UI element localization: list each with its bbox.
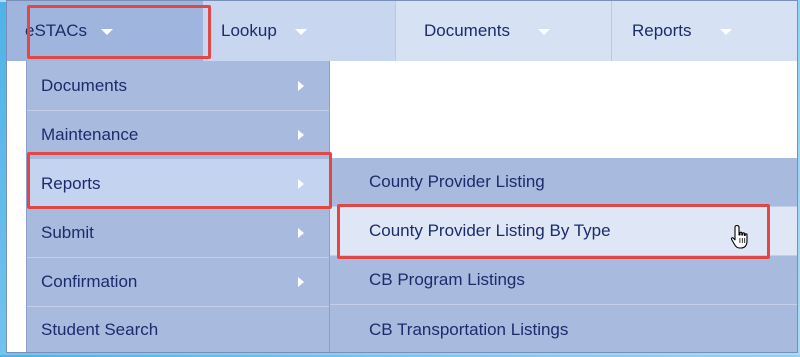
submenu-item-county-provider-listing[interactable]: County Provider Listing (330, 158, 797, 207)
submenu-item-label: County Provider Listing (369, 172, 545, 191)
dropdown-item-submit[interactable]: Submit (27, 208, 329, 258)
dropdown-item-confirmation[interactable]: Confirmation (27, 257, 329, 307)
chevron-right-icon (298, 227, 304, 238)
menu-estacs[interactable]: eSTACs (7, 1, 203, 61)
menu-reports-label: Reports (632, 21, 692, 40)
chevron-right-icon (298, 80, 304, 91)
menu-lookup-label: Lookup (221, 21, 277, 40)
submenu-item-cb-program-listings[interactable]: CB Program Listings (330, 256, 797, 305)
menu-lookup[interactable]: Lookup (203, 1, 395, 61)
menu-documents[interactable]: Documents (395, 1, 611, 61)
submenu-item-county-provider-listing-by-type[interactable]: County Provider Listing By Type (330, 207, 797, 256)
submenu-item-cb-transportation-listings[interactable]: CB Transportation Listings (330, 305, 797, 352)
top-menubar: eSTACs Lookup Documents Reports (7, 1, 797, 61)
dropdown-item-reports[interactable]: Reports (27, 159, 329, 209)
menu-estacs-label: eSTACs (25, 21, 88, 40)
dropdown-item-maintenance[interactable]: Maintenance (27, 110, 329, 160)
dropdown-item-label: Confirmation (41, 271, 138, 291)
dropdown-item-documents[interactable]: Documents (27, 61, 329, 111)
submenu-item-label: CB Transportation Listings (369, 319, 569, 339)
chevron-down-icon (294, 29, 307, 35)
chevron-down-icon (719, 29, 732, 35)
submenu-item-label: CB Program Listings (369, 270, 525, 289)
estacs-dropdown-menu: Documents Maintenance Reports Submit Con… (26, 61, 330, 352)
dropdown-item-student-search[interactable]: Student Search (27, 306, 329, 352)
dropdown-item-label: Reports (41, 173, 101, 193)
app-window: eSTACs Lookup Documents Reports Document… (6, 0, 798, 353)
chevron-down-icon (537, 29, 550, 35)
menu-documents-label: Documents (424, 21, 510, 40)
dropdown-item-label: Maintenance (41, 124, 139, 144)
dropdown-item-label: Documents (41, 75, 127, 95)
chevron-down-icon (101, 29, 114, 35)
hand-pointer-icon (730, 224, 748, 249)
dropdown-item-label: Student Search (41, 320, 159, 339)
submenu-item-label: County Provider Listing By Type (369, 221, 611, 240)
chevron-right-icon (298, 178, 304, 189)
menu-reports[interactable]: Reports (611, 1, 797, 61)
dropdown-item-label: Submit (41, 222, 94, 242)
chevron-right-icon (298, 276, 304, 287)
reports-submenu: County Provider Listing County Provider … (330, 158, 797, 352)
chevron-right-icon (298, 129, 304, 140)
